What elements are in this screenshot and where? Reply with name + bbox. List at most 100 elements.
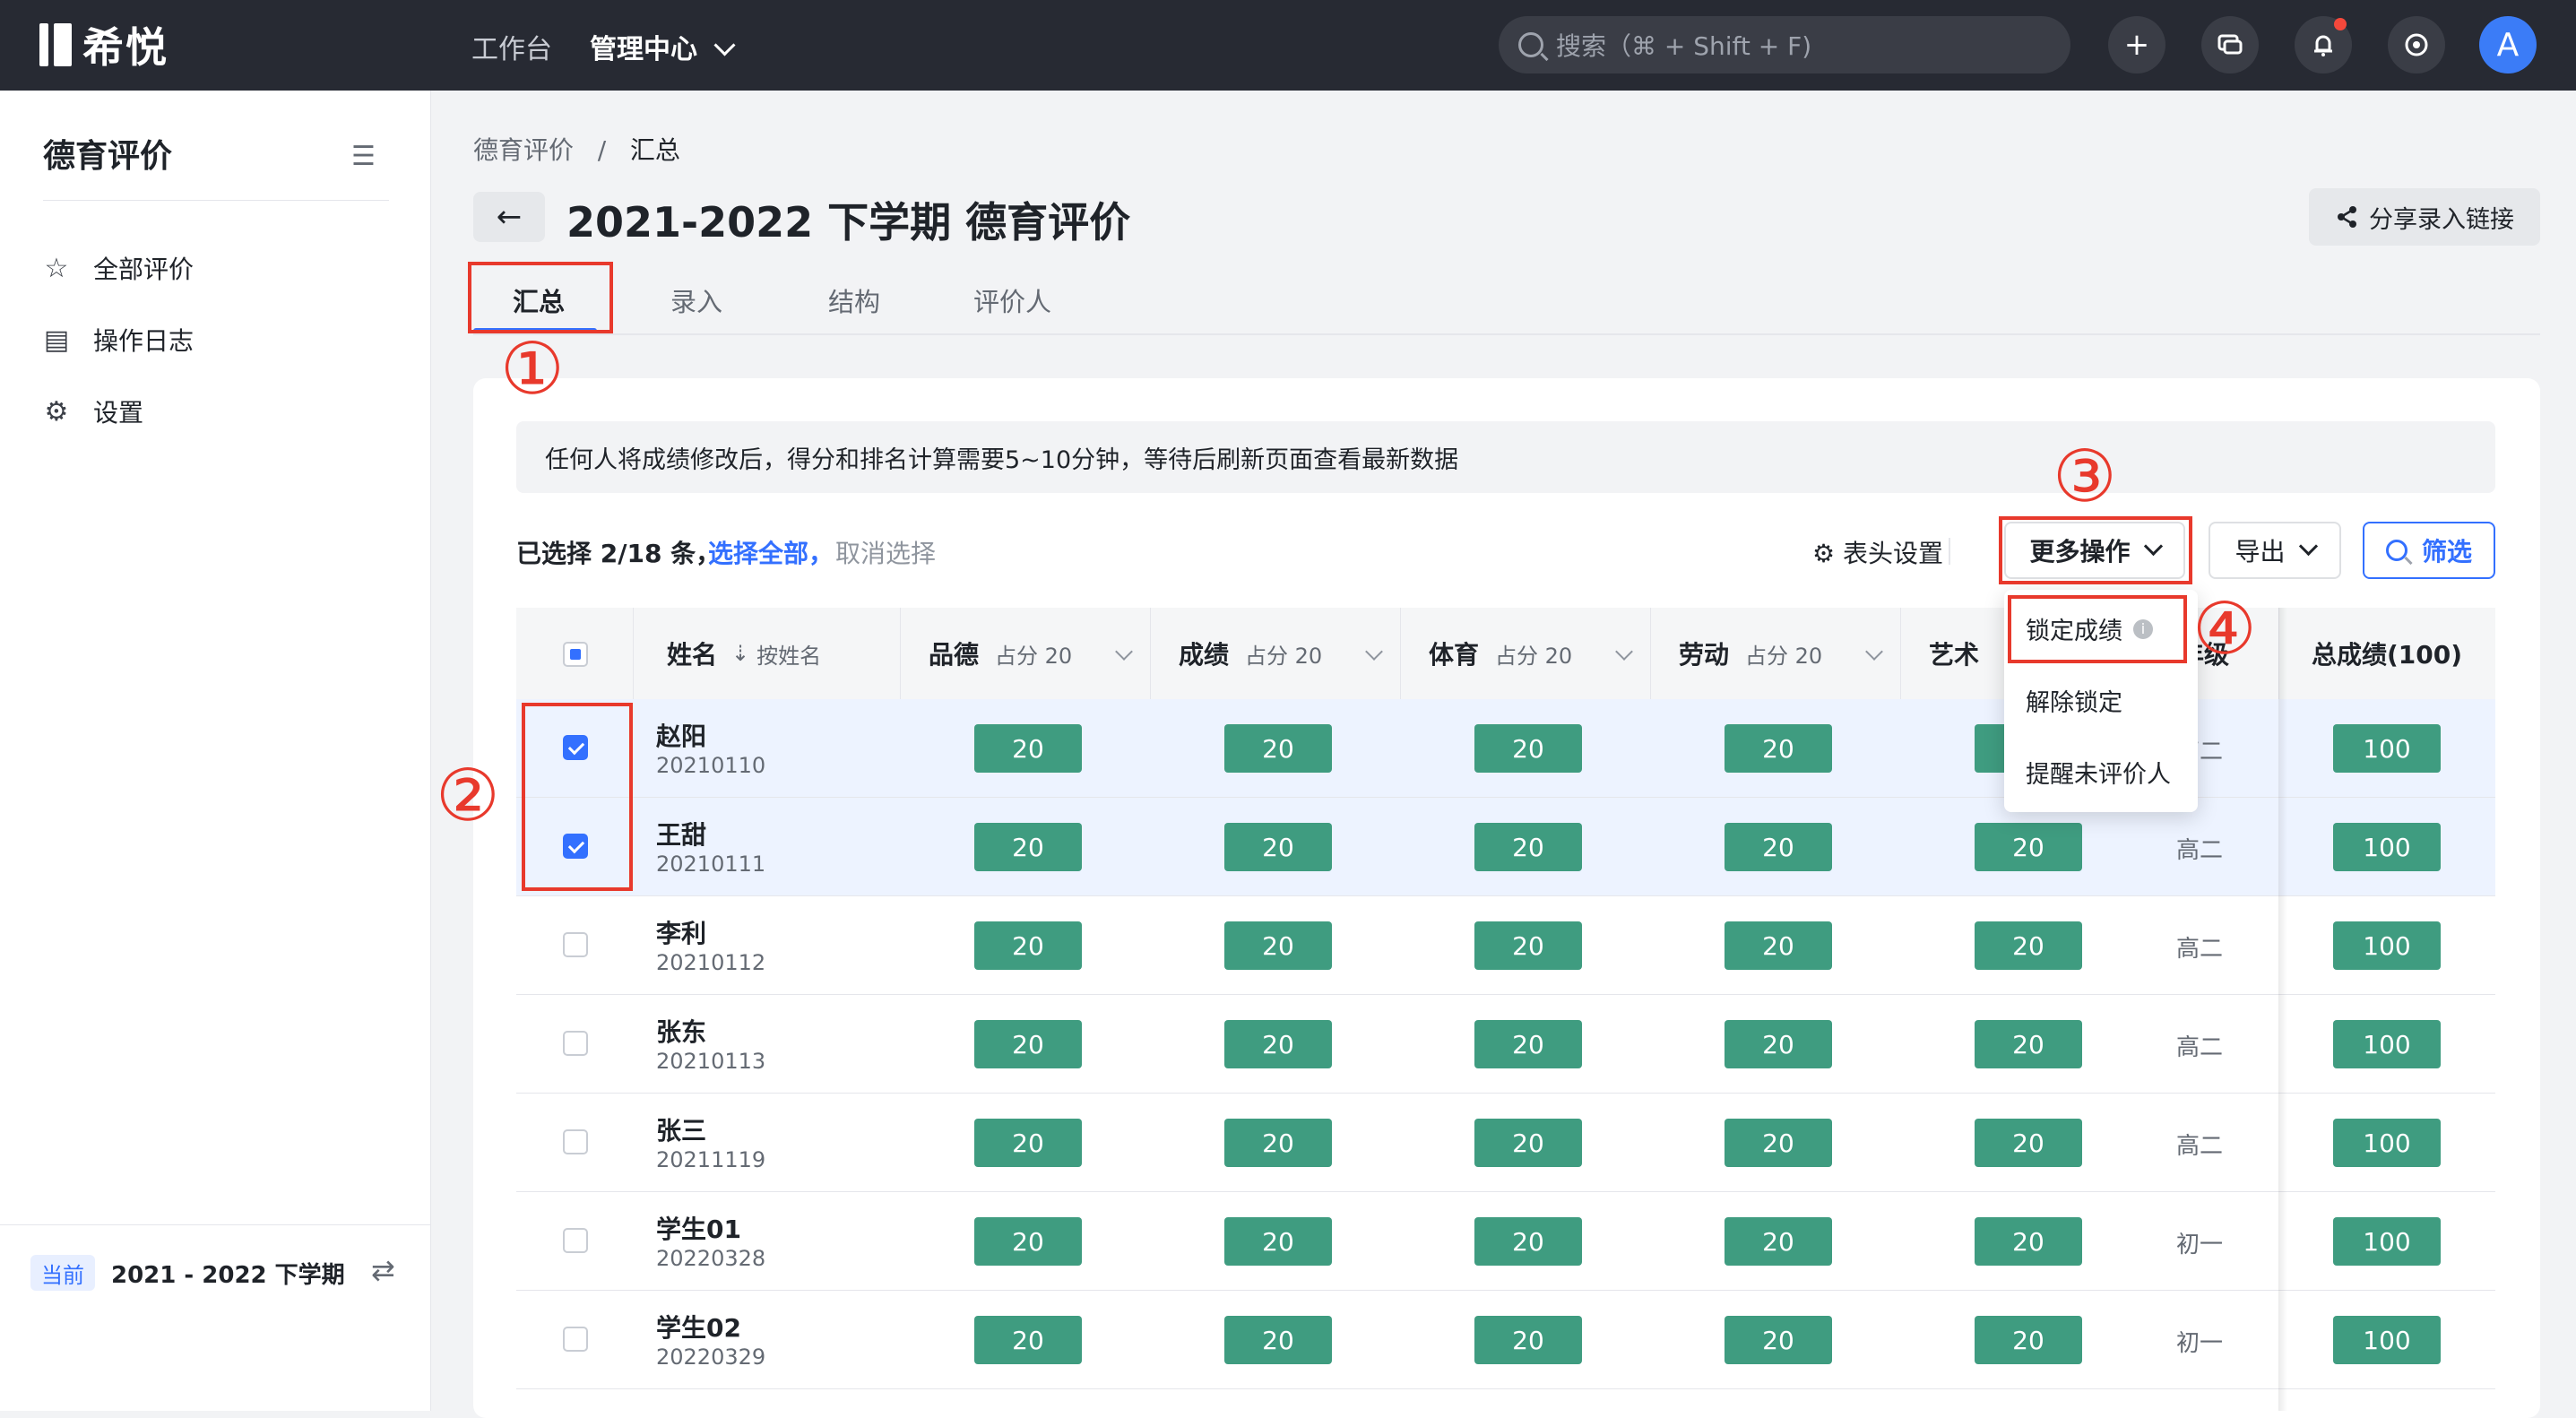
arrow-left-icon: ← — [496, 199, 523, 235]
header-total[interactable]: 总成绩(100) — [2278, 608, 2495, 699]
score-cell[interactable]: 20 — [1975, 1316, 2082, 1364]
cancel-selection-link[interactable]: 取消选择 — [835, 534, 936, 570]
switch-term-icon[interactable]: ⇄ — [371, 1253, 395, 1287]
score-cell[interactable]: 20 — [1224, 1119, 1332, 1167]
row-checkbox[interactable] — [563, 1228, 588, 1253]
table-row[interactable]: 李利 20210112 20 20 20 20 20 高二 100 — [516, 896, 2495, 995]
score-cell[interactable]: 20 — [1224, 1316, 1332, 1364]
header-name[interactable]: 姓名 ⇣ 按姓名 — [633, 608, 900, 699]
score-cell[interactable]: 20 — [1975, 1020, 2082, 1068]
filter-label: 筛选 — [2421, 537, 2472, 566]
grade-cell: 高二 — [2176, 837, 2224, 864]
menu-item-unlock[interactable]: 解除锁定 — [2026, 683, 2122, 718]
tab-structure[interactable]: 结构 — [828, 281, 880, 319]
annotation-box-1 — [468, 262, 613, 333]
score-cell[interactable]: 20 — [974, 1020, 1082, 1068]
current-term: 2021 - 2022 下学期 — [111, 1262, 345, 1289]
score-cell[interactable]: 20 — [1975, 921, 2082, 970]
add-button[interactable]: + — [2108, 16, 2165, 73]
sidebar-item-operation-log[interactable]: ▤ 操作日志 — [43, 320, 194, 359]
row-checkbox[interactable] — [563, 1129, 588, 1154]
row-checkbox[interactable] — [563, 1031, 588, 1056]
annotation-box-2 — [522, 703, 633, 891]
score-cell[interactable]: 20 — [1474, 1020, 1582, 1068]
score-cell[interactable]: 20 — [1224, 724, 1332, 773]
score-cell[interactable]: 20 — [1975, 1217, 2082, 1266]
score-cell[interactable]: 20 — [1474, 921, 1582, 970]
tab-entry[interactable]: 录入 — [670, 281, 722, 319]
total-score-cell[interactable]: 100 — [2333, 1316, 2441, 1364]
chevron-down-icon — [2298, 536, 2318, 556]
score-cell[interactable]: 20 — [1224, 1217, 1332, 1266]
breadcrumb-root[interactable]: 德育评价 — [473, 135, 574, 165]
select-all-checkbox[interactable] — [563, 642, 588, 667]
score-cell[interactable]: 20 — [1474, 823, 1582, 871]
score-cell[interactable]: 20 — [1975, 823, 2082, 871]
header-col-moral[interactable]: 品德 占分 20 — [900, 608, 1150, 699]
score-cell[interactable]: 20 — [1224, 823, 1332, 871]
table-row[interactable]: 王甜 20210111 20 20 20 20 20 高二 100 — [516, 798, 2495, 896]
filter-button[interactable]: 筛选 — [2363, 522, 2495, 579]
total-score-cell[interactable]: 100 — [2333, 724, 2441, 773]
score-cell[interactable]: 20 — [1474, 1316, 1582, 1364]
header-col-sports[interactable]: 体育 占分 20 — [1400, 608, 1650, 699]
score-cell[interactable]: 20 — [1474, 724, 1582, 773]
score-cell[interactable]: 20 — [1725, 1316, 1832, 1364]
header-col-label: 品德 — [929, 640, 980, 670]
app-logo[interactable]: 希悦 — [39, 20, 169, 72]
back-button[interactable]: ← — [473, 192, 545, 242]
sidebar-item-settings[interactable]: ⚙ 设置 — [43, 392, 143, 431]
menu-item-remind-evaluators[interactable]: 提醒未评价人 — [2026, 755, 2171, 790]
score-cell[interactable]: 20 — [974, 1316, 1082, 1364]
total-score-cell[interactable]: 100 — [2333, 1119, 2441, 1167]
total-score-cell[interactable]: 100 — [2333, 1217, 2441, 1266]
score-cell[interactable]: 20 — [1224, 1020, 1332, 1068]
share-link-button[interactable]: 分享录入链接 — [2309, 188, 2540, 246]
table-row[interactable]: 张三 20211119 20 20 20 20 20 高二 100 — [516, 1094, 2495, 1192]
header-col-labor[interactable]: 劳动 占分 20 — [1650, 608, 1900, 699]
export-button[interactable]: 导出 — [2209, 522, 2341, 579]
nav-workbench[interactable]: 工作台 — [471, 27, 552, 66]
score-cell[interactable]: 20 — [1725, 921, 1832, 970]
notifications-button[interactable] — [2295, 16, 2352, 73]
score-cell[interactable]: 20 — [1224, 921, 1332, 970]
collapse-sidebar-icon[interactable]: ☰ — [351, 141, 376, 172]
score-cell[interactable]: 20 — [1725, 1119, 1832, 1167]
score-cell[interactable]: 20 — [974, 1217, 1082, 1266]
score-cell[interactable]: 20 — [1725, 1217, 1832, 1266]
header-settings-button[interactable]: ⚙ 表头设置 — [1812, 534, 1943, 570]
score-cell[interactable]: 20 — [974, 1119, 1082, 1167]
score-cell[interactable]: 20 — [1725, 1020, 1832, 1068]
score-cell[interactable]: 20 — [1725, 823, 1832, 871]
tab-evaluators[interactable]: 评价人 — [973, 281, 1051, 319]
table-row[interactable]: 学生01 20220328 20 20 20 20 20 初一 100 — [516, 1192, 2495, 1291]
table-row[interactable]: 张东 20210113 20 20 20 20 20 高二 100 — [516, 995, 2495, 1094]
user-avatar[interactable]: A — [2479, 16, 2537, 73]
help-button[interactable] — [2388, 16, 2445, 73]
annotation-number-1: ① — [500, 327, 565, 411]
score-cell[interactable]: 20 — [1474, 1119, 1582, 1167]
table-row[interactable]: 学生02 20220329 20 20 20 20 20 初一 100 — [516, 1291, 2495, 1389]
select-all-link[interactable]: 选择全部， — [708, 534, 834, 570]
score-cell[interactable]: 20 — [974, 724, 1082, 773]
score-cell[interactable]: 20 — [1474, 1217, 1582, 1266]
score-cell[interactable]: 20 — [974, 921, 1082, 970]
global-search-input[interactable]: 搜索（⌘ + Shift + F) — [1499, 16, 2070, 73]
sidebar: 德育评价 ☰ ☆ 全部评价 ▤ 操作日志 ⚙ 设置 — [0, 91, 431, 1411]
score-cell[interactable]: 20 — [1975, 1119, 2082, 1167]
total-score-cell[interactable]: 100 — [2333, 921, 2441, 970]
nav-management-center[interactable]: 管理中心 — [590, 27, 736, 66]
total-score-cell[interactable]: 100 — [2333, 823, 2441, 871]
row-checkbox[interactable] — [563, 932, 588, 957]
header-col-grades[interactable]: 成绩 占分 20 — [1150, 608, 1400, 699]
total-score-cell[interactable]: 100 — [2333, 1020, 2441, 1068]
messages-button[interactable] — [2201, 16, 2259, 73]
score-cell[interactable]: 20 — [974, 823, 1082, 871]
search-placeholder: 搜索（⌘ + Shift + F) — [1556, 31, 1812, 61]
table-row[interactable]: 赵阳 20210110 20 20 20 20 20 高二 100 — [516, 699, 2495, 798]
grade-cell: 初一 — [2176, 1232, 2224, 1258]
score-cell[interactable]: 20 — [1725, 724, 1832, 773]
breadcrumb-separator: / — [581, 135, 622, 165]
row-checkbox[interactable] — [563, 1327, 588, 1352]
sidebar-item-all-evaluations[interactable]: ☆ 全部评价 — [43, 248, 194, 288]
